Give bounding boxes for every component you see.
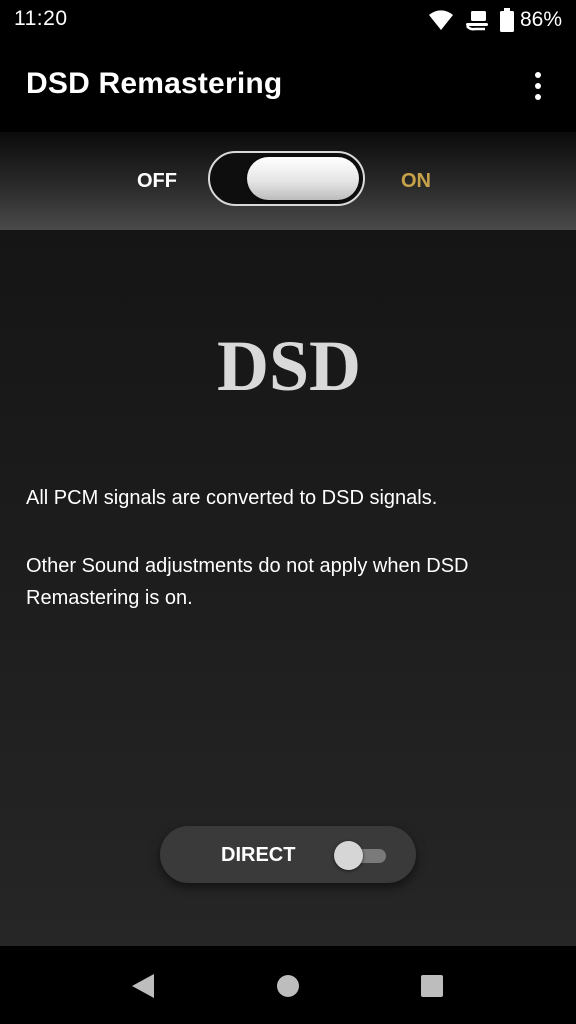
app-bar: DSD Remastering	[0, 40, 576, 132]
back-icon[interactable]	[130, 973, 156, 999]
home-icon[interactable]	[276, 974, 300, 998]
direct-switch-thumb[interactable]	[334, 841, 363, 870]
status-bar: 11:20 86%	[0, 0, 576, 40]
dsd-toggle-band: OFF ON	[0, 132, 576, 230]
content-area: DSD All PCM signals are converted to DSD…	[0, 230, 576, 946]
page-title: DSD Remastering	[26, 67, 283, 100]
navigation-bar	[0, 946, 576, 1024]
dsd-logo: DSD	[217, 328, 361, 398]
description-line-2: Other Sound adjustments do not apply whe…	[26, 555, 469, 609]
description-line-1: All PCM signals are converted to DSD sig…	[26, 487, 438, 509]
more-vert-icon[interactable]	[520, 68, 556, 104]
wifi-icon	[428, 10, 453, 30]
dsd-remastering-switch[interactable]	[208, 151, 365, 206]
toggle-off-label[interactable]: OFF	[137, 170, 177, 193]
recents-icon[interactable]	[420, 974, 444, 998]
status-time: 11:20	[14, 7, 68, 30]
status-icons: 86%	[428, 6, 562, 34]
dsd-logo-text: DSD	[217, 328, 361, 398]
battery-percent: 86%	[519, 8, 562, 31]
toggle-on-label[interactable]: ON	[401, 170, 431, 193]
direct-toggle-pill[interactable]: DIRECT	[160, 826, 416, 883]
direct-switch[interactable]	[334, 840, 390, 870]
switch-thumb[interactable]	[247, 157, 359, 200]
direct-label: DIRECT	[221, 844, 296, 866]
battery-icon	[499, 8, 514, 32]
notification-icon	[465, 11, 488, 31]
screen: 11:20 86% DSD Remastering OFF ON DSD All…	[0, 0, 576, 1024]
